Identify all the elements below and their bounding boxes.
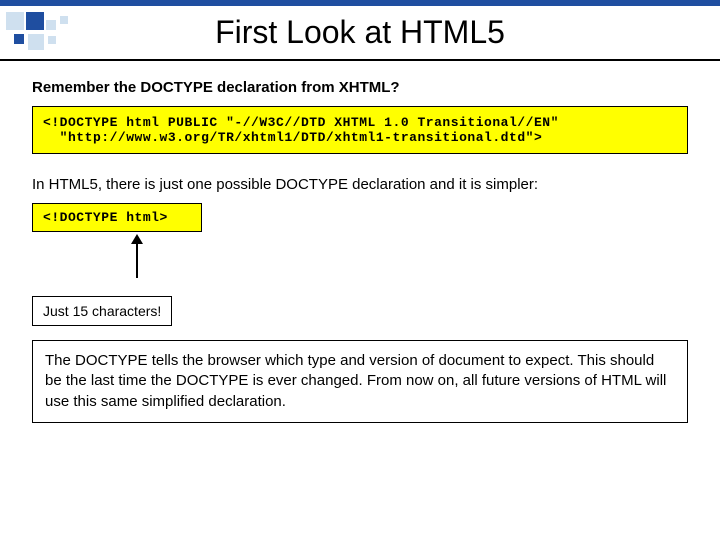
- lead-text-1: Remember the DOCTYPE declaration from XH…: [32, 79, 688, 96]
- doctype-html5-code: <!DOCTYPE html>: [32, 203, 202, 232]
- character-count-note: Just 15 characters!: [32, 296, 172, 326]
- doctype-xhtml-code: <!DOCTYPE html PUBLIC "-//W3C//DTD XHTML…: [32, 106, 688, 154]
- decorative-squares: [6, 10, 96, 56]
- slide-body: Remember the DOCTYPE declaration from XH…: [0, 61, 720, 423]
- slide-title: First Look at HTML5: [0, 14, 720, 51]
- explanation-box: The DOCTYPE tells the browser which type…: [32, 340, 688, 423]
- slide-header: First Look at HTML5: [0, 6, 720, 61]
- lead-text-2: In HTML5, there is just one possible DOC…: [32, 176, 688, 193]
- arrow-annotation: [32, 234, 688, 290]
- arrow-icon: [127, 234, 147, 282]
